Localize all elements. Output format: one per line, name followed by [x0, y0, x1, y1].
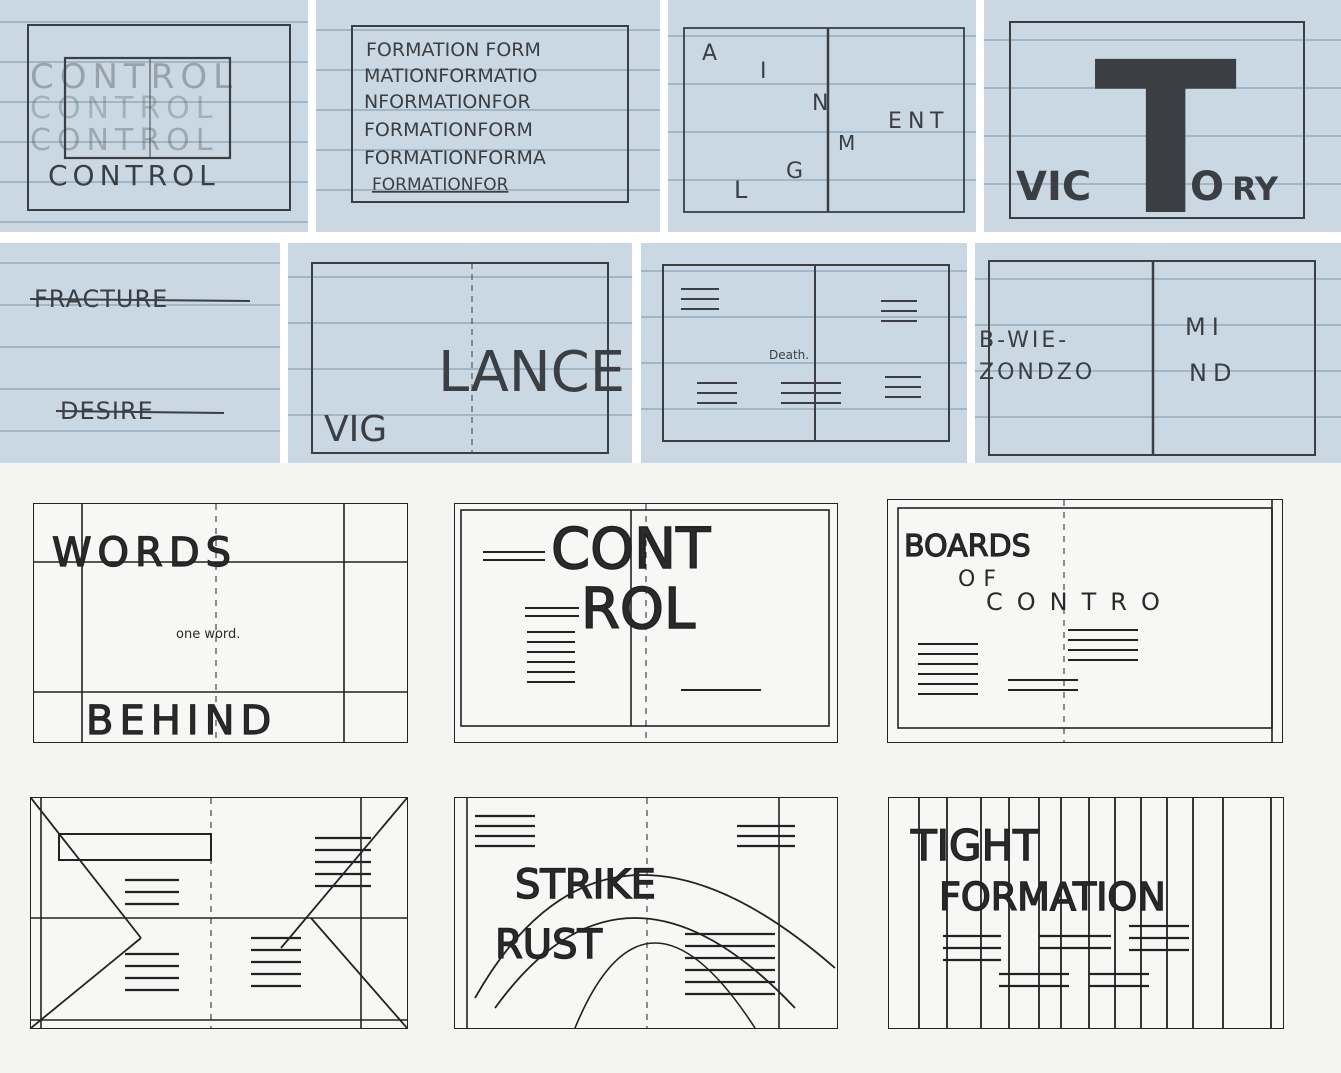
- strike-word-2: RUST: [495, 922, 602, 968]
- formation-line-5: FORMATIONFORMA: [364, 147, 546, 169]
- formation-line-2: MATIONFORMATIO: [364, 65, 537, 87]
- thumbnail-mind: B-WIE- ZONDZO MI ND: [975, 243, 1341, 463]
- thumbnail-victory-drawing: T VIC O RY: [984, 17, 1341, 232]
- letter-t: T: [929, 109, 944, 134]
- formation-line-4: FORMATIONFORM: [364, 119, 533, 141]
- mind-right-2: ND: [1189, 359, 1237, 387]
- sketch-strike-drawing: STRIKE RUST: [466, 798, 836, 1029]
- tight-line-2: FORMATION: [939, 875, 1166, 919]
- letter-l: L: [734, 176, 748, 204]
- sketch-tight-formation: TIGHT FORMATION: [888, 797, 1284, 1029]
- words-top: WORDS: [52, 530, 237, 576]
- words-bottom: BEHIND: [86, 698, 277, 742]
- formation-line-6: FORMATIONFOR: [372, 175, 509, 195]
- boards-line-1: BOARDS: [904, 529, 1031, 564]
- thumbnail-alignment: A I N E N T M G L: [668, 0, 976, 232]
- sketch-tight-drawing: TIGHT FORMATION: [909, 798, 1272, 1028]
- sketch-words: WORDS one word. BEHIND: [33, 503, 408, 745]
- thumbnail-alignment-drawing: A I N E N T M G L: [668, 27, 976, 213]
- vigilance-small: VIG: [324, 409, 387, 450]
- letter-n: N: [812, 91, 828, 116]
- letter-m: M: [838, 131, 855, 155]
- letter-g: G: [786, 159, 803, 184]
- mind-left-2: ZONDZO: [979, 360, 1095, 385]
- thumbnail-control: CONTROL CONTROL CONTROL CONTROL: [0, 0, 308, 232]
- mind-left-1: B-WIE-: [979, 328, 1069, 353]
- layout-sketch-sheet: WORDS one word. BEHIND CONT ROL BOARDS O…: [0, 463, 1341, 1073]
- thumbnail-victory: T VIC O RY: [984, 0, 1341, 232]
- sketch-words-drawing: WORDS one word. BEHIND: [34, 504, 407, 745]
- sketch-cross-drawing: [30, 797, 408, 1029]
- control-line-1: CONT: [551, 517, 711, 582]
- letter-n2: N: [908, 109, 924, 134]
- tight-line-1: TIGHT: [910, 821, 1039, 870]
- sketchbook-photo-strip: CONTROL CONTROL CONTROL CONTROL FORMATIO…: [0, 0, 1341, 463]
- boards-line-3: CONTRO: [986, 588, 1174, 616]
- letter-e: E: [888, 109, 902, 134]
- thumbnail-fracture: FRACTURE DESIRE: [0, 243, 280, 463]
- formation-line-3: NFORMATIONFOR: [364, 91, 531, 113]
- thumbnail-formation: FORMATION FORM MATIONFORMATIO NFORMATION…: [316, 0, 660, 232]
- control-word-2: CONTROL: [30, 91, 219, 126]
- strike-word-1: STRIKE: [515, 862, 656, 908]
- thumbnail-control-drawing: CONTROL CONTROL CONTROL CONTROL: [0, 21, 308, 223]
- sketch-strike: STRIKE RUST: [454, 797, 838, 1029]
- thumbnail-formation-drawing: FORMATION FORM MATIONFORMATIO NFORMATION…: [316, 25, 660, 203]
- formation-line-1: FORMATION FORM: [366, 39, 541, 61]
- thumbnail-death-drawing: Death.: [641, 264, 967, 442]
- control-line-2: ROL: [581, 577, 695, 642]
- death-label: Death.: [769, 348, 809, 362]
- words-center: one word.: [176, 627, 240, 642]
- thumbnail-death: Death.: [641, 243, 967, 463]
- thumbnail-vigilance-drawing: VIG LANCE: [288, 262, 632, 454]
- victory-vic: VIC: [1016, 164, 1091, 210]
- sketch-control-big: CONT ROL: [454, 503, 838, 743]
- victory-o: O: [1190, 164, 1224, 210]
- vigilance-big: LANCE: [438, 340, 625, 405]
- sketch-control-big-drawing: CONT ROL: [460, 504, 830, 742]
- thumbnail-vigilance: VIG LANCE: [288, 243, 632, 463]
- sketch-boards-drawing: BOARDS OF CONTRO: [897, 500, 1273, 742]
- letter-i: I: [760, 59, 767, 84]
- control-word-3: CONTROL: [30, 123, 219, 158]
- sketch-cross: [30, 797, 408, 1029]
- sketch-boards-of-control: BOARDS OF CONTRO: [887, 499, 1283, 743]
- victory-ry: RY: [1232, 170, 1279, 208]
- control-word-4: CONTROL: [48, 159, 220, 192]
- letter-a: A: [702, 41, 717, 66]
- thumbnail-mind-drawing: B-WIE- ZONDZO MI ND: [975, 260, 1341, 456]
- mind-right-1: MI: [1185, 313, 1225, 341]
- thumbnail-fracture-drawing: FRACTURE DESIRE: [0, 262, 280, 432]
